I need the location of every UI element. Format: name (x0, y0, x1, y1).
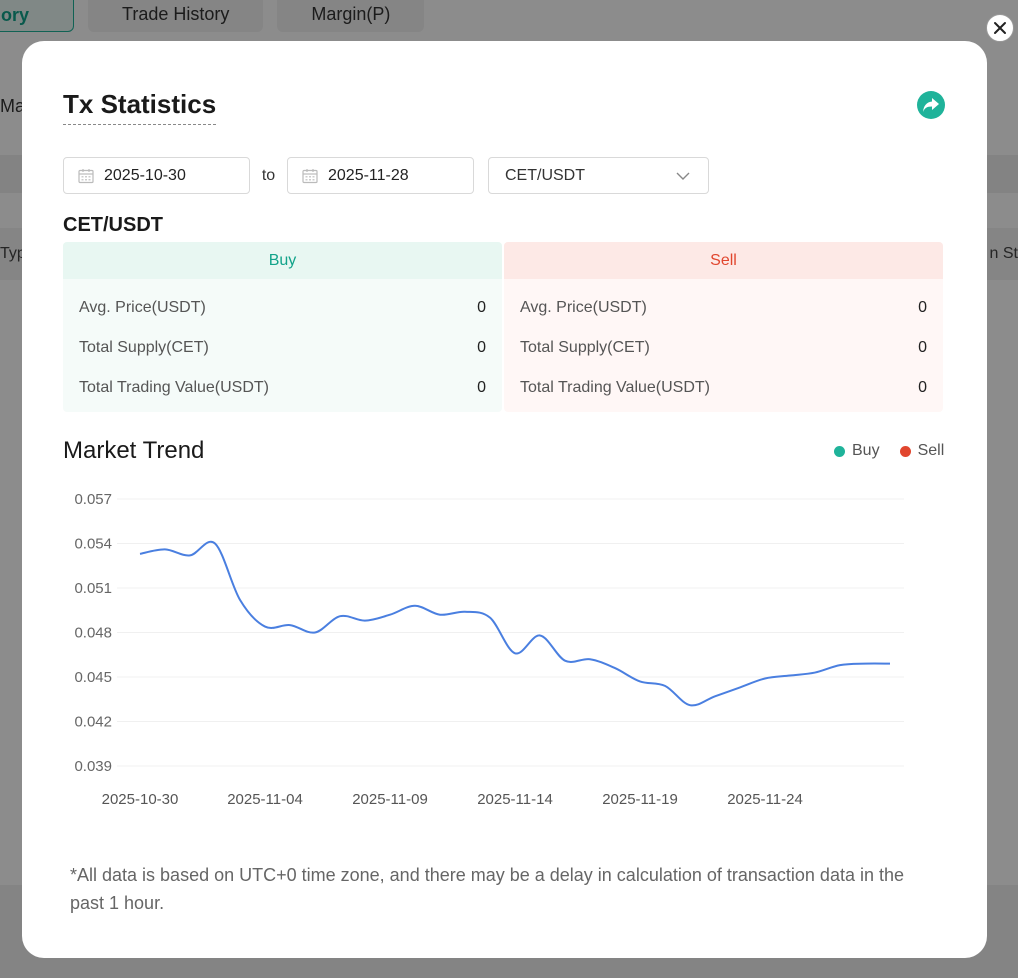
x-tick-label: 2025-11-19 (602, 791, 678, 808)
close-button[interactable] (986, 14, 1014, 42)
footnote: *All data is based on UTC+0 time zone, a… (70, 865, 904, 913)
y-tick-label: 0.039 (74, 758, 112, 775)
y-tick-label: 0.057 (74, 491, 112, 508)
y-tick-label: 0.048 (74, 625, 112, 642)
x-tick-label: 2025-11-09 (352, 791, 428, 808)
close-icon (994, 22, 1006, 34)
y-tick-label: 0.045 (74, 669, 112, 686)
y-tick-label: 0.051 (74, 580, 112, 597)
market-trend-chart[interactable]: 0.057 0.054 0.051 0.048 0.045 0.042 0.039 2025-… (22, 41, 987, 841)
x-tick-label: 2025-11-04 (227, 791, 303, 808)
tx-statistics-modal: Tx Statistics 2025-10-30 to 2025-11-28 C… (22, 41, 987, 958)
x-tick-label: 2025-11-14 (477, 791, 553, 808)
buy-series-line[interactable] (139, 540, 891, 707)
y-tick-label: 0.054 (74, 536, 112, 553)
x-tick-label: 2025-11-24 (727, 791, 803, 808)
x-tick-label: 2025-10-30 (102, 791, 179, 808)
y-tick-label: 0.042 (74, 714, 112, 731)
